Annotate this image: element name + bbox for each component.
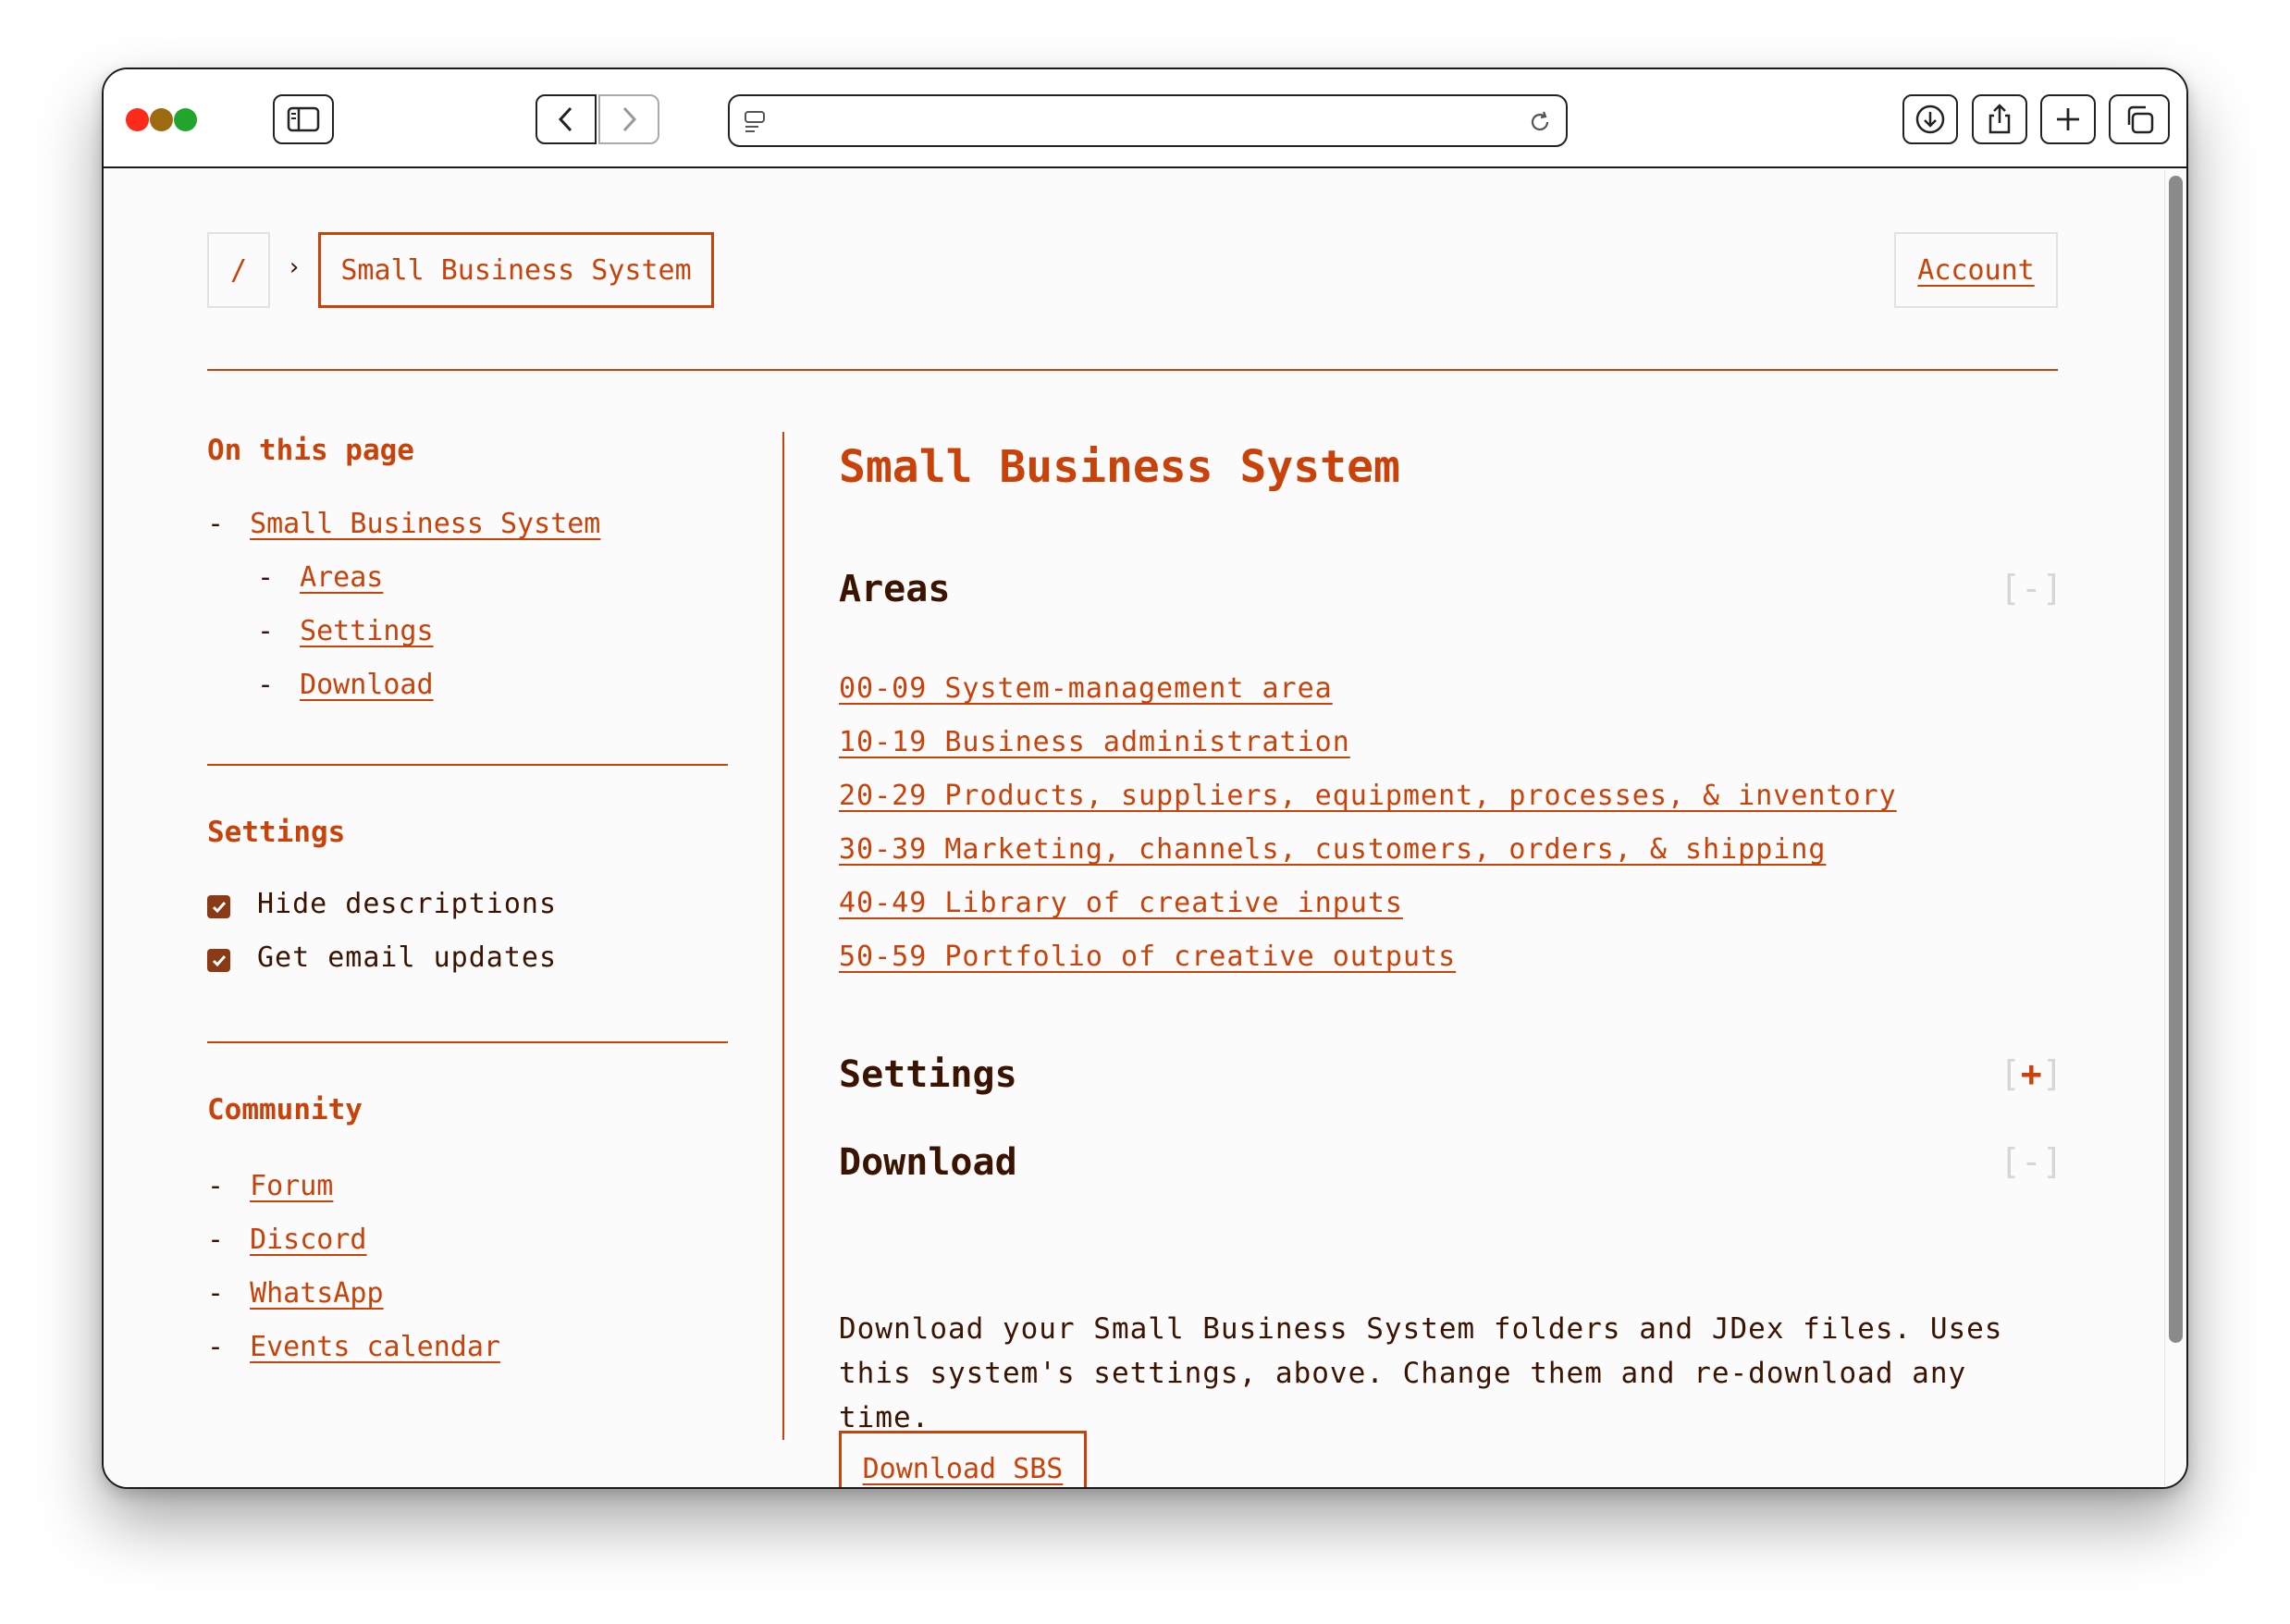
sidebar-divider: [207, 1041, 728, 1043]
back-button[interactable]: [536, 94, 597, 144]
page-settings-icon: [745, 111, 765, 132]
checkmark-icon: [212, 901, 226, 913]
minimize-window-button[interactable]: [150, 108, 173, 131]
toc-item[interactable]: - Download: [257, 669, 434, 701]
close-window-button[interactable]: [126, 108, 149, 131]
download-description: Download your Small Business System fold…: [839, 1312, 2003, 1434]
events-calendar-link[interactable]: Events calendar: [250, 1331, 500, 1363]
hide-descriptions-label[interactable]: Hide descriptions: [257, 888, 557, 920]
breadcrumb-current[interactable]: Small Business System: [318, 232, 714, 308]
share-icon: [1988, 104, 2011, 134]
bullet-dash: -: [207, 1224, 225, 1256]
bullet-dash: -: [207, 1331, 225, 1363]
address-bar[interactable]: [728, 94, 1568, 147]
on-this-page-heading: On this page: [207, 434, 414, 467]
bullet-dash: -: [257, 669, 275, 701]
discord-link[interactable]: Discord: [250, 1224, 366, 1256]
column-divider: [782, 432, 784, 1440]
header-divider: [207, 369, 2058, 371]
collapse-icon: -: [2020, 568, 2042, 609]
community-item[interactable]: - Events calendar: [207, 1331, 500, 1363]
sidebar-divider: [207, 764, 728, 766]
forum-link[interactable]: Forum: [250, 1170, 333, 1202]
toc-link-areas[interactable]: Areas: [300, 561, 383, 594]
settings-heading: Settings: [207, 816, 346, 849]
new-tab-button[interactable]: [2040, 94, 2096, 144]
whatsapp-link[interactable]: WhatsApp: [250, 1277, 384, 1310]
chevron-right-icon: [622, 106, 637, 132]
bracket-close: ]: [2041, 1053, 2063, 1094]
bullet-dash: -: [257, 561, 275, 594]
area-link-30-39[interactable]: 30-39 Marketing, channels, customers, or…: [839, 833, 1826, 866]
browser-toolbar: [104, 69, 2186, 168]
toc-link-download[interactable]: Download: [300, 669, 434, 701]
settings-section-heading[interactable]: Settings: [839, 1053, 1017, 1096]
reload-icon[interactable]: [1527, 109, 1553, 135]
expand-icon: +: [2020, 1053, 2042, 1094]
account-link[interactable]: Account: [1894, 232, 2058, 308]
bullet-dash: -: [207, 508, 225, 540]
breadcrumb-separator: ›: [287, 253, 302, 281]
bullet-dash: -: [257, 615, 275, 647]
checkmark-icon: [212, 954, 226, 966]
chevron-left-icon: [558, 106, 572, 132]
tabs-icon: [2127, 105, 2154, 134]
download-collapse-toggle[interactable]: [-]: [2000, 1141, 2063, 1182]
browser-window: / › Small Business System Account On thi…: [102, 68, 2188, 1489]
toc-item[interactable]: - Settings: [257, 615, 434, 647]
area-link-40-49[interactable]: 40-49 Library of creative inputs: [839, 887, 1403, 919]
email-updates-label[interactable]: Get email updates: [257, 941, 557, 974]
email-updates-checkbox[interactable]: [207, 949, 230, 972]
community-item[interactable]: - Discord: [207, 1224, 367, 1256]
page-title: Small Business System: [839, 441, 1400, 493]
sidebar-toggle-button[interactable]: [273, 94, 334, 144]
zoom-window-button[interactable]: [174, 108, 197, 131]
community-heading: Community: [207, 1093, 363, 1126]
area-link-20-29[interactable]: 20-29 Products, suppliers, equipment, pr…: [839, 780, 1897, 812]
scrollbar-thumb[interactable]: [2169, 176, 2183, 1343]
bracket-close: ]: [2041, 568, 2063, 609]
download-section-heading[interactable]: Download: [839, 1141, 1017, 1184]
hide-descriptions-checkbox[interactable]: [207, 895, 230, 918]
sidebar-icon: [287, 106, 320, 132]
bullet-dash: -: [207, 1277, 225, 1310]
area-link-10-19[interactable]: 10-19 Business administration: [839, 726, 1350, 758]
toc-link-small-business-system[interactable]: Small Business System: [250, 508, 600, 540]
bracket-open: [: [2000, 1141, 2021, 1182]
community-item[interactable]: - WhatsApp: [207, 1277, 384, 1310]
plus-icon: [2057, 108, 2079, 130]
download-circle-icon: [1915, 105, 1945, 134]
collapse-icon: -: [2020, 1141, 2042, 1182]
downloads-button[interactable]: [1902, 94, 1958, 144]
forward-button[interactable]: [598, 94, 659, 144]
settings-expand-toggle[interactable]: [+]: [2000, 1053, 2063, 1094]
areas-collapse-toggle[interactable]: [-]: [2000, 568, 2063, 609]
bracket-open: [: [2000, 568, 2021, 609]
download-sbs-button[interactable]: Download SBS: [839, 1431, 1087, 1487]
tab-overview-button[interactable]: [2109, 94, 2170, 144]
breadcrumb-root-link[interactable]: /: [207, 232, 270, 308]
toc-item[interactable]: - Areas: [257, 561, 383, 594]
page-content: / › Small Business System Account On thi…: [104, 170, 2166, 1487]
area-link-00-09[interactable]: 00-09 System-management area: [839, 672, 1333, 705]
areas-heading[interactable]: Areas: [839, 568, 950, 610]
area-link-50-59[interactable]: 50-59 Portfolio of creative outputs: [839, 941, 1456, 973]
bracket-close: ]: [2041, 1141, 2063, 1182]
toc-item[interactable]: - Small Business System: [207, 508, 600, 540]
bracket-open: [: [2000, 1053, 2021, 1094]
toc-link-settings[interactable]: Settings: [300, 615, 434, 647]
bullet-dash: -: [207, 1170, 225, 1202]
community-item[interactable]: - Forum: [207, 1170, 333, 1202]
share-button[interactable]: [1972, 94, 2027, 144]
